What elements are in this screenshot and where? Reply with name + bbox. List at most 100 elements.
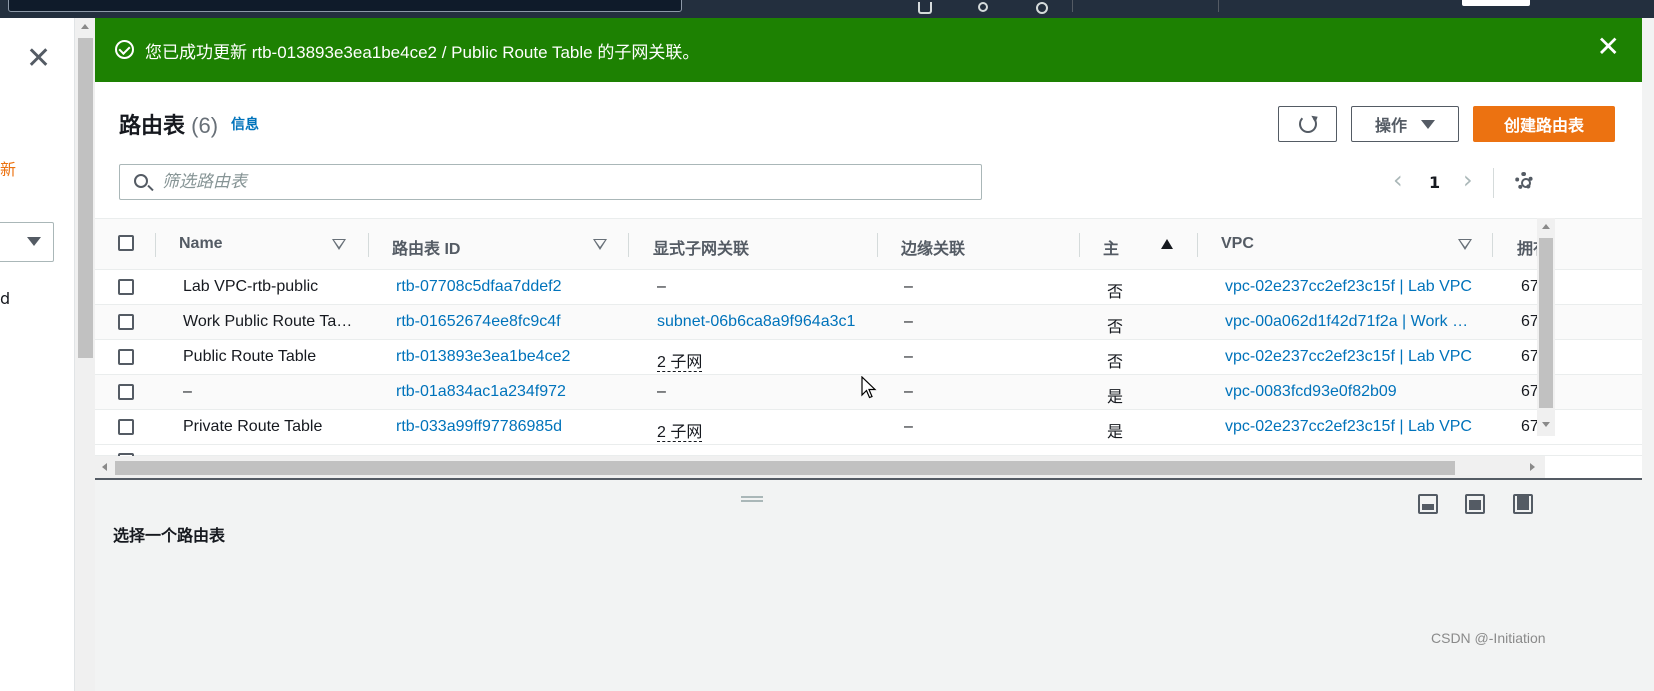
column-divider: [155, 233, 156, 257]
window-edge: [1642, 18, 1654, 691]
route-tables-table: Name 路由表 ID 显式子网关联 边缘关联 主 VPC 拥有 Lab VPC…: [95, 218, 1642, 456]
main-content: 您已成功更新 rtb-013893e3ea1be4ce2 / Public Ro…: [95, 18, 1642, 691]
scrollbar-thumb[interactable]: [1539, 238, 1553, 408]
bell-icon[interactable]: [978, 2, 988, 12]
scrollbar-thumb[interactable]: [78, 38, 93, 358]
cell-edge: –: [904, 278, 913, 295]
close-icon[interactable]: ✕: [26, 44, 51, 74]
subnet-count-popover[interactable]: 2 子网: [657, 424, 703, 442]
route-table-id-link[interactable]: rtb-01a834ac1a234f972: [396, 383, 636, 401]
table-row[interactable]: Lab VPC-rtb-public rtb-07708c5dfaa7ddef2…: [95, 270, 1642, 305]
subnet-link[interactable]: subnet-06b6ca8a9f964a3c1: [657, 313, 857, 331]
caret-down-icon: [1421, 119, 1435, 129]
table-row[interactable]: Private Route Table rtb-033a99ff97786985…: [95, 410, 1642, 445]
check-circle-icon: [115, 40, 134, 59]
actions-label: 操作: [1374, 118, 1407, 135]
scroll-right-arrow-icon[interactable]: [1530, 463, 1535, 471]
cell-edge: –: [904, 383, 913, 400]
column-divider: [877, 233, 878, 257]
vpc-link[interactable]: vpc-00a062d1f42d71f2a | Work VPC: [1225, 313, 1475, 331]
route-table-id-link[interactable]: rtb-07708c5dfaa7ddef2: [396, 278, 636, 296]
sort-ascending-icon[interactable]: [1161, 239, 1173, 249]
row-checkbox[interactable]: [118, 314, 134, 330]
row-checkbox[interactable]: [118, 384, 134, 400]
vpc-link[interactable]: vpc-02e237cc2ef23c15f | Lab VPC: [1225, 418, 1475, 436]
cell-edge: –: [904, 313, 913, 330]
route-table-id-link[interactable]: rtb-033a99ff97786985d: [396, 418, 636, 436]
subnet-count-popover[interactable]: 2 子网: [657, 354, 703, 372]
panel-side-icon[interactable]: [1465, 494, 1485, 514]
column-header-edge[interactable]: 边缘关联: [901, 235, 965, 259]
cloudshell-icon[interactable]: [918, 2, 932, 14]
filter-search-box[interactable]: [119, 164, 982, 200]
left-panel-select[interactable]: [0, 222, 54, 262]
cell-name: Work Public Route Table: [183, 313, 355, 330]
left-panel-scrollbar[interactable]: [74, 18, 95, 691]
info-link[interactable]: 信息: [231, 114, 259, 134]
cell-main: 否: [1107, 354, 1124, 371]
table-header: Name 路由表 ID 显式子网关联 边缘关联 主 VPC 拥有: [95, 218, 1642, 270]
vpc-link[interactable]: vpc-0083fcd93e0f82b09: [1225, 383, 1475, 401]
flash-message: 您已成功更新 rtb-013893e3ea1be4ce2 / Public Ro…: [145, 43, 700, 62]
refresh-icon: [1298, 115, 1317, 133]
column-header-main[interactable]: 主: [1103, 235, 1119, 259]
search-input[interactable]: [162, 169, 962, 195]
previous-page-button[interactable]: ‹: [1393, 166, 1403, 194]
left-panel-link[interactable]: 新: [0, 156, 16, 180]
sort-triangle-icon[interactable]: [1458, 239, 1472, 250]
table-row[interactable]: Work Public Route Table rtb-01652674ee8f…: [95, 305, 1642, 340]
flash-close-button[interactable]: ✕: [1597, 32, 1620, 62]
scroll-down-arrow-icon[interactable]: [1542, 422, 1550, 427]
cell-main: 否: [1107, 284, 1124, 301]
cell-edge: –: [904, 348, 913, 365]
sort-triangle-icon[interactable]: [332, 239, 346, 250]
current-page[interactable]: 1: [1429, 173, 1440, 192]
topbar-divider: [1218, 0, 1219, 12]
drag-handle-icon[interactable]: [741, 496, 763, 502]
scroll-left-arrow-icon[interactable]: [102, 463, 107, 471]
column-header-name[interactable]: Name: [179, 235, 223, 253]
sort-triangle-icon[interactable]: [593, 239, 607, 250]
route-table-id-link[interactable]: rtb-01652674ee8fc9c4f: [396, 313, 636, 331]
create-route-table-button[interactable]: 创建路由表: [1473, 106, 1615, 142]
column-header-vpc[interactable]: VPC: [1221, 235, 1254, 253]
horizontal-scrollbar[interactable]: [95, 456, 1545, 478]
cell-subnets[interactable]: 2 子网: [657, 418, 857, 442]
table-row[interactable]: Public Route Table rtb-013893e3ea1be4ce2…: [95, 340, 1642, 375]
scroll-up-arrow-icon[interactable]: [81, 24, 89, 29]
panel-bottom-icon[interactable]: [1418, 494, 1438, 514]
refresh-button[interactable]: [1278, 106, 1337, 142]
gear-icon[interactable]: [1515, 172, 1533, 190]
table-row-partial: [95, 445, 1642, 456]
browser-topbar: [0, 0, 1654, 18]
panel-maximize-icon[interactable]: [1513, 494, 1533, 514]
split-panel-title: 选择一个路由表: [113, 528, 226, 545]
scroll-up-arrow-icon[interactable]: [1542, 224, 1550, 229]
vpc-link[interactable]: vpc-02e237cc2ef23c15f | Lab VPC: [1225, 278, 1475, 296]
cell-name: Lab VPC-rtb-public: [183, 278, 319, 295]
help-icon[interactable]: [1036, 2, 1048, 14]
left-help-panel: ✕ 新 d: [0, 18, 74, 691]
cell-subnets[interactable]: 2 子网: [657, 348, 857, 372]
row-checkbox[interactable]: [118, 349, 134, 365]
vpc-link[interactable]: vpc-02e237cc2ef23c15f | Lab VPC: [1225, 348, 1475, 366]
cell-main: 是: [1107, 389, 1124, 406]
row-checkbox[interactable]: [118, 419, 134, 435]
account-menu[interactable]: [1462, 0, 1530, 6]
cell-subnets: –: [657, 278, 666, 295]
table-vertical-scrollbar[interactable]: [1537, 218, 1555, 436]
column-header-id[interactable]: 路由表 ID: [392, 235, 460, 259]
cell-edge: –: [904, 418, 913, 435]
address-bar[interactable]: [8, 0, 682, 12]
row-checkbox[interactable]: [118, 279, 134, 295]
route-table-id-link[interactable]: rtb-013893e3ea1be4ce2: [396, 348, 636, 366]
scrollbar-thumb[interactable]: [115, 461, 1455, 475]
select-all-checkbox[interactable]: [118, 235, 134, 251]
next-page-button[interactable]: ›: [1463, 166, 1473, 194]
column-header-subnets[interactable]: 显式子网关联: [653, 235, 749, 259]
column-divider: [1079, 233, 1080, 257]
page-title: 路由表 (6): [119, 108, 218, 140]
cell-name: –: [183, 383, 192, 400]
actions-button[interactable]: 操作: [1351, 106, 1459, 142]
column-divider: [1197, 233, 1198, 257]
